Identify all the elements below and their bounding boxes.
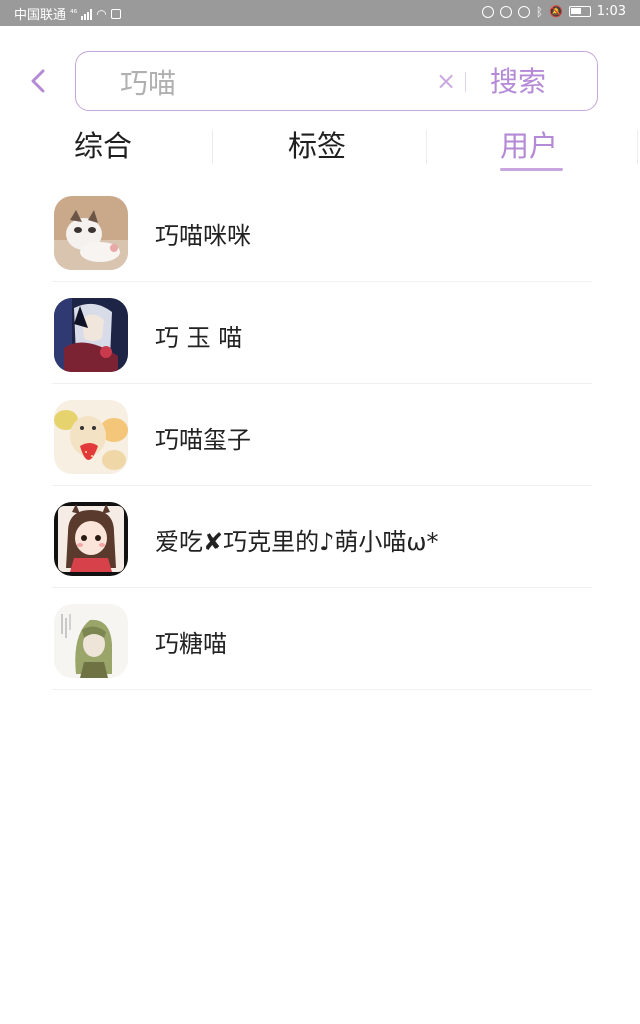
avatar — [54, 400, 128, 474]
tab-separator — [637, 130, 638, 164]
status-right: ᛒ 🔕 1:03 — [481, 4, 626, 19]
avatar — [54, 298, 128, 372]
carrier-label: 中国联通 — [14, 8, 67, 23]
tab-overview[interactable]: 综合 — [74, 126, 132, 176]
avatar — [54, 604, 128, 678]
green-hair-sketch-icon — [54, 604, 128, 678]
signal-icon — [81, 8, 93, 20]
list-item[interactable]: 巧 玉 喵 — [0, 282, 640, 384]
list-item[interactable]: 巧糖喵 — [0, 588, 640, 690]
username: 爱吃✘巧克里的♪萌小喵ω* — [155, 528, 439, 556]
eye-icon — [499, 5, 512, 18]
mute-icon: 🔕 — [549, 5, 563, 18]
clear-icon[interactable]: × — [436, 68, 458, 94]
hamster-strawberry-icon — [54, 400, 128, 474]
username: 巧 玉 喵 — [155, 324, 243, 352]
tab-tags[interactable]: 标签 — [288, 126, 346, 176]
nfc-icon — [481, 5, 494, 18]
search-button[interactable]: 搜索 — [490, 62, 562, 102]
network-type: ⁴⁶ — [70, 8, 78, 19]
status-bar: 中国联通 ⁴⁶ ◠ ᛒ 🔕 1:03 — [0, 0, 640, 26]
alarm-icon — [517, 5, 530, 18]
battery-icon — [568, 6, 591, 17]
bluetooth-icon: ᛒ — [535, 4, 544, 19]
tab-separator — [212, 130, 213, 164]
username: 巧糖喵 — [155, 630, 227, 658]
back-button[interactable] — [26, 66, 50, 96]
username: 巧喵玺子 — [155, 426, 251, 454]
search-box: × 搜索 — [75, 51, 598, 111]
list-item[interactable]: 巧喵玺子 — [0, 384, 640, 486]
tab-bar: 综合 标签 用户 — [0, 120, 640, 180]
avatar — [54, 196, 128, 270]
search-divider — [465, 72, 466, 92]
wifi-icon: ◠ — [96, 6, 107, 21]
status-left: 中国联通 ⁴⁶ ◠ — [14, 4, 121, 23]
username: 巧喵咪咪 — [155, 222, 251, 250]
list-item[interactable]: 巧喵咪咪 — [0, 180, 640, 282]
tab-separator — [426, 130, 427, 164]
anime-illustration-icon — [54, 298, 128, 372]
cat-photo-icon — [54, 196, 128, 270]
chevron-left-icon — [31, 69, 45, 93]
active-tab-indicator — [500, 168, 563, 171]
search-input[interactable] — [120, 62, 420, 102]
sim-icon — [110, 8, 121, 19]
row-divider — [52, 689, 592, 690]
avatar — [54, 502, 128, 576]
cartoon-girl-icon — [54, 502, 128, 576]
list-item[interactable]: 爱吃✘巧克里的♪萌小喵ω* — [0, 486, 640, 588]
clock: 1:03 — [596, 4, 626, 19]
